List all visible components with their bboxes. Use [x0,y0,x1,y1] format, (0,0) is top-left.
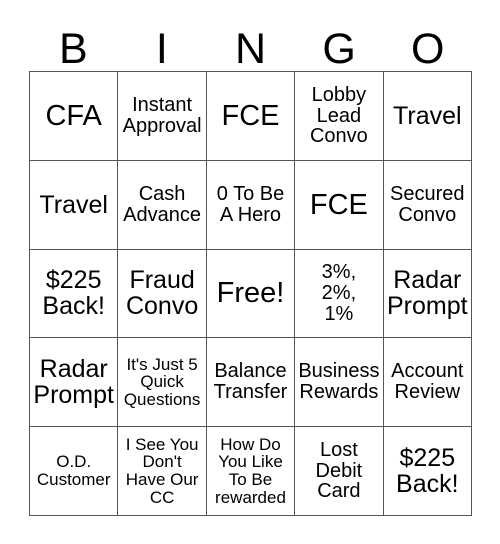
bingo-cell[interactable]: I See You Don't Have Our CC [118,427,207,516]
bingo-cell[interactable]: Free! [206,249,296,339]
bingo-cell-label: Radar Prompt [387,266,468,321]
bingo-cell-label: Fraud Convo [125,266,199,321]
bingo-cell[interactable]: Travel [383,72,472,161]
bingo-cell[interactable]: Balance Transfer [206,338,296,428]
bingo-cell-label: Secured Convo [390,182,465,226]
bingo-header-letter-i: I [155,25,168,73]
bingo-header-letter-b: B [58,25,88,73]
bingo-cell-label: Free! [216,277,285,310]
bingo-header-row: B I N G O [29,18,472,71]
bingo-cell-label: Travel [393,101,462,130]
bingo-grid: CFA Instant Approval FCE Lobby Lead Convo Tr… [29,71,472,516]
bingo-cell-label: Cash Advance [123,182,202,226]
bingo-cell-label: 0 To Be A Hero [216,182,285,226]
bingo-cell-label: Business Rewards [298,360,380,404]
bingo-cell[interactable]: FCE [295,160,384,250]
bingo-cell-label: Lost Debit Card [315,438,363,503]
bingo-cell[interactable]: O.D. Customer [30,427,119,516]
bingo-cell[interactable]: Travel [30,160,119,250]
bingo-cell[interactable]: Fraud Convo [118,249,207,339]
bingo-cell-label: FCE [309,188,368,221]
bingo-cell-label: O.D. Customer [36,452,111,490]
bingo-header-letter-g: G [322,25,356,73]
bingo-cell[interactable]: Account Review [383,338,472,428]
bingo-cell-label: Lobby Lead Convo [309,83,368,148]
bingo-cell[interactable]: $225 Back! [30,249,119,339]
bingo-cell-label: CFA [45,99,102,132]
bingo-cell-label: $225 Back! [396,444,459,499]
bingo-cell-label: $225 Back! [42,266,105,321]
bingo-cell-label: Instant Approval [122,94,202,137]
bingo-cell-label: Travel [39,190,108,219]
bingo-cell-label: Account Review [391,360,464,404]
bingo-cell-label: I See You Don't Have Our CC [125,434,199,507]
bingo-cell[interactable]: FCE [206,72,296,161]
bingo-header-letter-n: N [234,25,267,73]
bingo-cell[interactable]: 0 To Be A Hero [206,160,296,250]
bingo-cell[interactable]: It's Just 5 Quick Questions [118,338,207,428]
bingo-cell[interactable]: Radar Prompt [383,249,472,339]
bingo-header-letter-o: O [410,25,445,73]
bingo-cell[interactable]: How Do You Like To Be rewarded [206,427,296,516]
bingo-cell-label: FCE [221,99,280,132]
bingo-cell[interactable]: Radar Prompt [30,338,119,428]
bingo-cell-label: 3%, 2%, 1% [321,261,357,325]
bingo-cell[interactable]: Cash Advance [118,160,207,250]
bingo-cell-label: Radar Prompt [33,355,114,410]
bingo-cell[interactable]: Business Rewards [295,338,384,428]
bingo-cell[interactable]: Instant Approval [118,72,207,161]
bingo-cell-label: It's Just 5 Quick Questions [123,354,201,410]
bingo-cell[interactable]: Lobby Lead Convo [295,72,384,161]
bingo-cell[interactable]: 3%, 2%, 1% [295,249,384,339]
bingo-cell[interactable]: Lost Debit Card [295,427,384,516]
bingo-cell[interactable]: CFA [30,72,119,161]
bingo-cell[interactable]: $225 Back! [383,427,472,516]
bingo-cell[interactable]: Secured Convo [383,160,472,250]
bingo-cell-label: How Do You Like To Be rewarded [215,434,286,507]
bingo-card: B I N G O CFA Instant Approval FCE Lobby Le… [0,0,500,544]
bingo-cell-label: Balance Transfer [213,360,288,404]
